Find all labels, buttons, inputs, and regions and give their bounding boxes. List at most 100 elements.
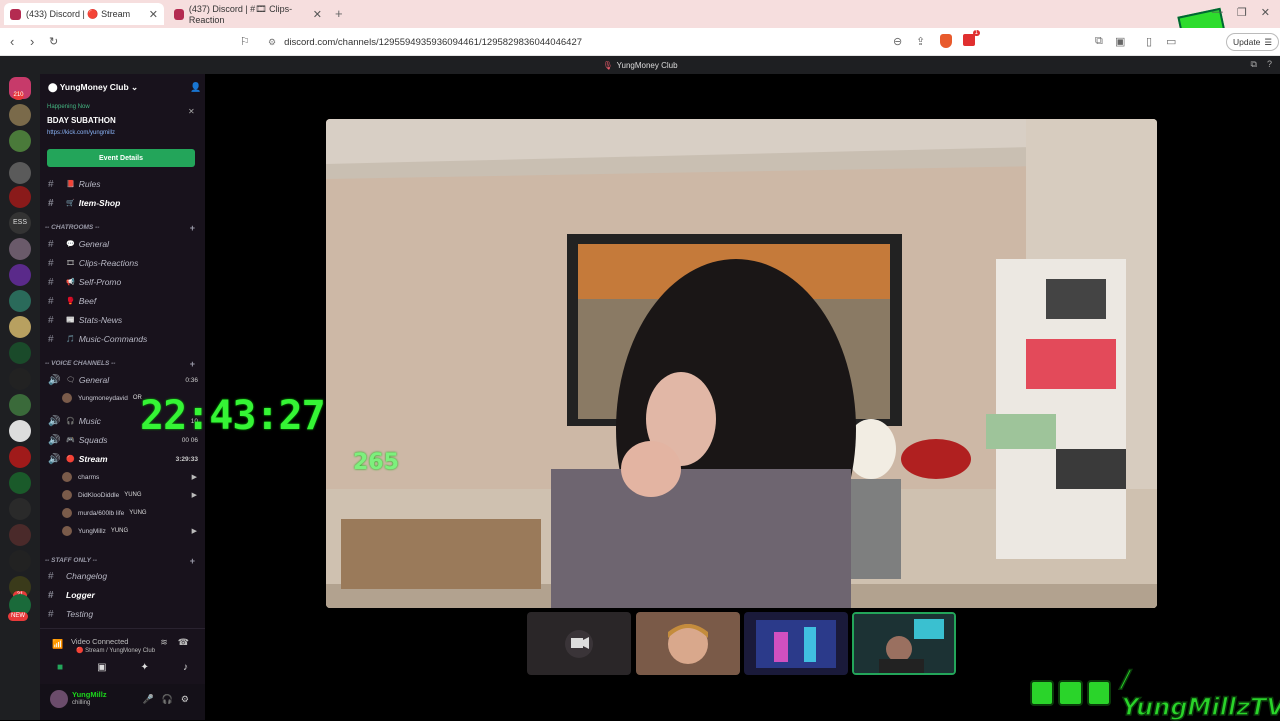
tab-search-icon[interactable]: ▭	[1166, 35, 1176, 48]
server-icon[interactable]	[9, 550, 31, 572]
noise-icon[interactable]: ≋	[160, 637, 168, 648]
zoom-icon[interactable]: ⊖	[893, 35, 902, 48]
settings-gear-icon[interactable]: ⚙	[181, 694, 189, 705]
channel-emoji: 🗨	[66, 377, 75, 384]
main-video-feed[interactable]	[326, 119, 1157, 608]
disconnect-icon[interactable]: ☎	[178, 637, 189, 648]
help-icon[interactable]: ?	[1267, 59, 1272, 70]
avatar	[62, 393, 72, 403]
channel-stats-news[interactable]: # 📰 Stats-News	[48, 312, 198, 328]
activities-icon[interactable]: ✦	[141, 662, 149, 673]
server-icon[interactable]	[9, 238, 31, 260]
channel-name: General	[78, 239, 109, 249]
server-icon[interactable]	[9, 342, 31, 364]
channel-music-commands[interactable]: # 🎵 Music-Commands	[48, 331, 198, 347]
participant-tile[interactable]	[636, 612, 740, 675]
participant-tile-selected[interactable]	[852, 612, 956, 675]
category-voice-channels[interactable]: -- VOICE CHANNELS -- +	[45, 359, 195, 369]
brave-rewards-icon[interactable]: 1	[963, 30, 980, 46]
channel-general[interactable]: # 💬 General	[48, 236, 198, 252]
server-icon[interactable]	[9, 104, 31, 126]
server-icon[interactable]	[9, 162, 31, 184]
add-channel-icon[interactable]: +	[190, 556, 195, 566]
channel-name: Stats-News	[78, 315, 123, 325]
voice-action-bar: ■ ▣ ✦ ♪	[40, 658, 205, 676]
event-link[interactable]: https://kick.com/yungmillz	[47, 130, 197, 136]
category-chatrooms[interactable]: -- CHATROOMS -- +	[45, 223, 195, 233]
channel-logger[interactable]: # Logger	[48, 587, 198, 603]
headphones-icon[interactable]: 🎧	[162, 694, 173, 705]
add-channel-icon[interactable]: +	[190, 359, 195, 369]
screen-share-icon[interactable]: ▣	[97, 662, 106, 673]
update-button[interactable]: Update ☰	[1226, 33, 1280, 51]
wallet-icon[interactable]: ▣	[1115, 35, 1125, 48]
voice-channel-general[interactable]: 🔊 🗨 General 0:36	[48, 372, 198, 388]
forward-icon[interactable]: ›	[30, 34, 34, 49]
participant-tile[interactable]	[527, 612, 631, 675]
popout-icon[interactable]: ⧉	[1251, 59, 1257, 70]
username: YungMillz	[72, 690, 107, 699]
server-icon[interactable]	[9, 524, 31, 546]
voice-member[interactable]: DidKlooDiddle YUNG ▶	[62, 488, 197, 502]
event-details-button[interactable]: Event Details	[47, 149, 195, 167]
server-icon[interactable]	[9, 316, 31, 338]
channel-testing[interactable]: # Testing	[48, 606, 198, 622]
camera-icon[interactable]: ■	[57, 662, 63, 673]
channel-changelog[interactable]: # Changelog	[48, 568, 198, 584]
browser-tab-stream[interactable]: (433) Discord | 🔴 Stream ✕	[4, 3, 164, 25]
close-event-icon[interactable]: ✕	[188, 107, 195, 116]
extensions-icon[interactable]: ⧉	[1095, 35, 1103, 48]
channel-item-shop[interactable]: # 🛒 Item-Shop	[48, 195, 198, 211]
reload-icon[interactable]: ↻	[49, 35, 58, 48]
channel-emoji: 🔴	[66, 456, 75, 463]
server-icon[interactable]	[9, 130, 31, 152]
server-icon[interactable]	[9, 394, 31, 416]
avatar[interactable]	[50, 690, 68, 708]
soundboard-icon[interactable]: ♪	[183, 662, 188, 673]
brave-shield-icon[interactable]	[940, 34, 952, 48]
channel-clips-reactions[interactable]: # 🎞 Clips-Reactions	[48, 255, 198, 271]
participant-tile[interactable]	[744, 612, 848, 675]
voice-channel-stream[interactable]: 🔊 🔴 Stream 3:29:33	[48, 451, 198, 467]
server-icon[interactable]	[9, 420, 31, 442]
channel-name: Clips-Reactions	[78, 258, 139, 268]
voice-member[interactable]: murda/600lb life YUNG	[62, 506, 197, 520]
sidebar-toggle-icon[interactable]: ▯	[1146, 35, 1152, 48]
browser-tab-clips[interactable]: (437) Discord | #🎞 Clips-Reaction ✕	[168, 3, 328, 25]
server-icon[interactable]	[9, 368, 31, 390]
channel-rules[interactable]: # 📕 Rules	[48, 176, 198, 192]
maximize-icon[interactable]: ❐	[1237, 6, 1247, 19]
server-icon[interactable]	[9, 186, 31, 208]
close-window-icon[interactable]: ✕	[1261, 6, 1270, 19]
site-info-icon[interactable]: ⚙	[268, 37, 276, 48]
hash-icon: #	[48, 178, 54, 190]
hash-icon: #	[48, 276, 54, 288]
add-channel-icon[interactable]: +	[190, 223, 195, 233]
server-name-header[interactable]: ⬤ YungMoney Club ⌄	[48, 82, 138, 93]
server-icon[interactable]	[9, 498, 31, 520]
address-bar[interactable]: ⚙ discord.com/channels/12955949359360944…	[260, 32, 990, 52]
server-icon[interactable]	[9, 290, 31, 312]
bookmark-icon[interactable]: ⚐	[240, 35, 250, 48]
voice-member[interactable]: charms ▶	[62, 470, 197, 484]
server-icon[interactable]	[9, 472, 31, 494]
microphone-icon[interactable]: 🎤	[142, 694, 153, 705]
close-tab-icon[interactable]: ✕	[149, 8, 158, 21]
voice-status-sub[interactable]: 🔴 Stream / YungMoney Club	[76, 647, 155, 654]
back-icon[interactable]: ‹	[10, 34, 14, 49]
voice-member[interactable]: YungMillz YUNG ▶	[62, 524, 197, 538]
close-tab-icon[interactable]: ✕	[313, 8, 322, 21]
server-icon[interactable]	[9, 264, 31, 286]
channel-beef[interactable]: # 🥊 Beef	[48, 293, 198, 309]
channel-self-promo[interactable]: # 📢 Self-Promo	[48, 274, 198, 290]
server-rail: 210 ESS 21 NEW	[0, 74, 40, 720]
minimize-icon[interactable]: —	[1212, 6, 1223, 19]
server-icon[interactable]	[9, 446, 31, 468]
server-icon-ess[interactable]: ESS	[9, 212, 31, 234]
new-tab-button[interactable]: +	[335, 6, 343, 21]
channel-name: General	[78, 375, 110, 385]
video-stage	[205, 74, 1280, 720]
share-icon[interactable]: ⇪	[916, 35, 925, 48]
add-friend-icon[interactable]: 👤	[190, 82, 201, 93]
category-staff-only[interactable]: -- STAFF ONLY -- +	[45, 556, 195, 566]
